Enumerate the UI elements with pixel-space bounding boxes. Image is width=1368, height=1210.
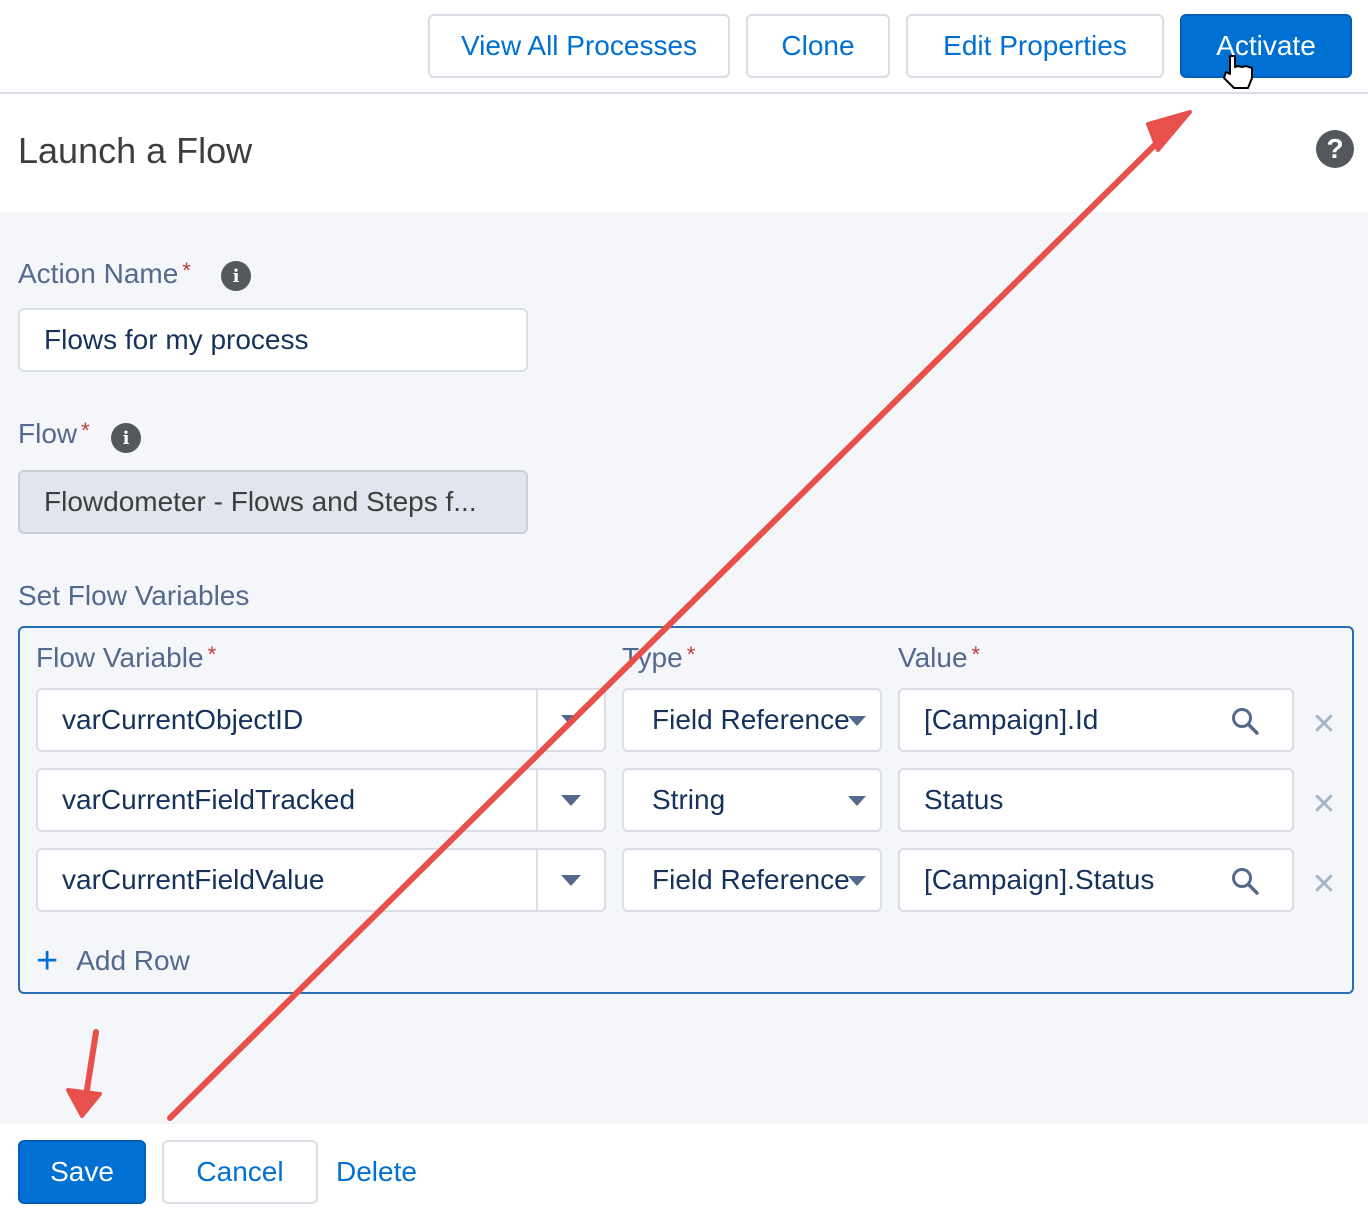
flow-label: Flow *	[18, 418, 90, 449]
value-input[interactable]: Status	[898, 768, 1294, 832]
value-input[interactable]: [Campaign].Status	[898, 848, 1294, 912]
chevron-down-icon	[848, 716, 866, 726]
flow-variable-combobox[interactable]: varCurrentFieldValue	[36, 848, 606, 912]
value-text: Status	[924, 784, 1004, 815]
chevron-down-icon	[848, 876, 866, 886]
set-flow-variables-label: Set Flow Variables	[18, 580, 250, 611]
value-input[interactable]: [Campaign].Id	[898, 688, 1294, 752]
chevron-down-icon[interactable]	[536, 690, 604, 750]
help-icon[interactable]: ?	[1316, 130, 1354, 168]
flow-field: Flowdometer - Flows and Steps f...	[18, 470, 528, 534]
action-name-input[interactable]: Flows for my process	[18, 308, 528, 372]
type-select[interactable]: String	[622, 768, 882, 832]
flow-variable-combobox[interactable]: varCurrentFieldTracked	[36, 768, 606, 832]
chevron-down-icon[interactable]	[536, 850, 604, 910]
column-header-flow-variable: Flow Variable *	[36, 642, 217, 673]
edit-properties-button[interactable]: Edit Properties	[906, 14, 1164, 78]
type-value: String	[652, 784, 726, 815]
view-all-processes-button[interactable]: View All Processes	[428, 14, 730, 78]
chevron-down-icon[interactable]	[536, 770, 604, 830]
column-header-value: Value *	[898, 642, 981, 673]
type-select[interactable]: Field Reference	[622, 848, 882, 912]
column-header-type: Type *	[622, 642, 696, 673]
activate-button[interactable]: Activate	[1180, 14, 1352, 78]
flow-variable-value: varCurrentFieldTracked	[62, 784, 356, 815]
page-title: Launch a Flow	[18, 130, 253, 171]
action-name-label: Action Name *	[18, 258, 191, 289]
remove-row-icon[interactable]: ✕	[1310, 708, 1338, 741]
delete-link[interactable]: Delete	[336, 1156, 417, 1188]
search-icon[interactable]	[1230, 706, 1260, 736]
cancel-button[interactable]: Cancel	[162, 1140, 318, 1204]
search-icon[interactable]	[1230, 866, 1260, 896]
info-icon[interactable]: i	[221, 261, 251, 291]
panel-header: Launch a Flow	[0, 94, 1368, 212]
remove-row-icon[interactable]: ✕	[1310, 868, 1338, 901]
plus-icon: +	[36, 940, 59, 982]
type-value: Field Reference	[652, 704, 850, 735]
value-text: [Campaign].Status	[924, 864, 1155, 895]
clone-button[interactable]: Clone	[746, 14, 890, 78]
add-row-label: Add Row	[76, 945, 190, 976]
flow-variable-value: varCurrentObjectID	[62, 704, 304, 735]
type-select[interactable]: Field Reference	[622, 688, 882, 752]
info-icon[interactable]: i	[111, 423, 141, 453]
flow-variable-value: varCurrentFieldValue	[62, 864, 325, 895]
value-text: [Campaign].Id	[924, 704, 1099, 735]
remove-row-icon[interactable]: ✕	[1310, 788, 1338, 821]
type-value: Field Reference	[652, 864, 850, 895]
add-row-button[interactable]: + Add Row	[36, 940, 190, 982]
top-toolbar: View All Processes Clone Edit Properties…	[0, 0, 1368, 94]
chevron-down-icon	[848, 796, 866, 806]
flow-variable-combobox[interactable]: varCurrentObjectID	[36, 688, 606, 752]
save-button[interactable]: Save	[18, 1140, 146, 1204]
